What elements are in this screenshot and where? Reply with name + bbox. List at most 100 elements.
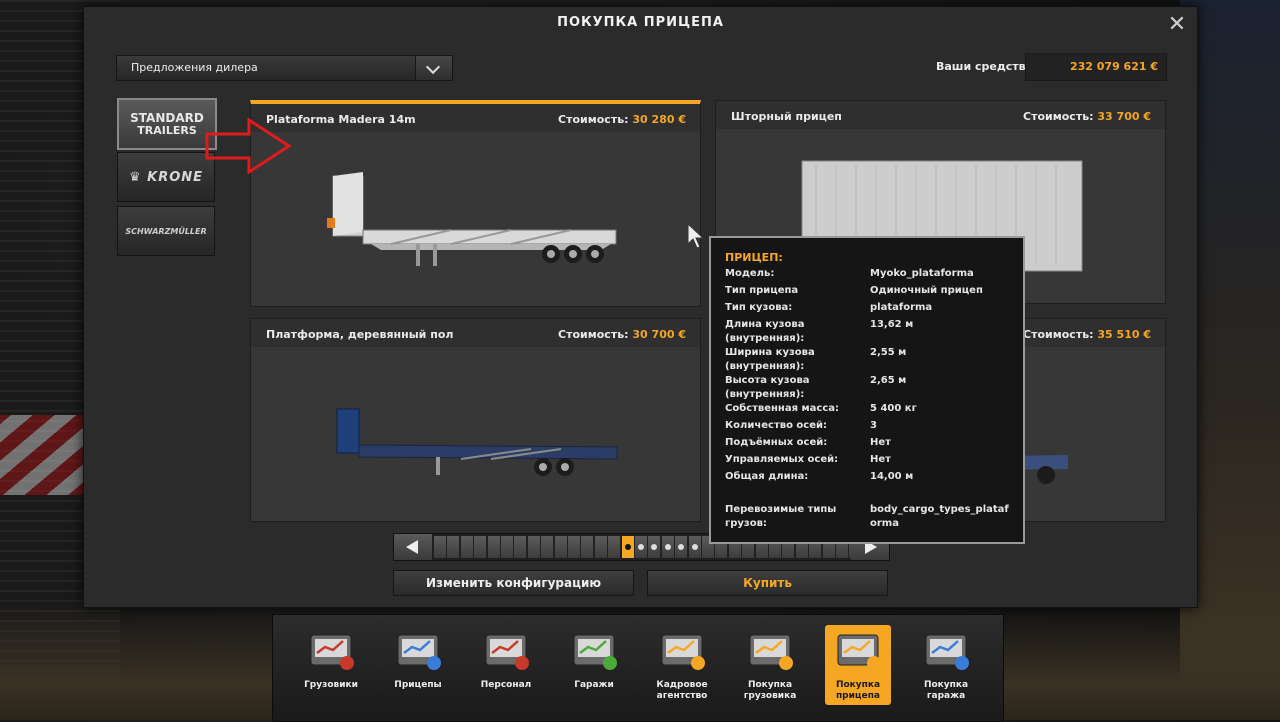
page-slot[interactable] [661, 536, 675, 558]
card-header: Plataforma Madera 14m Стоимость: 30 280 … [251, 104, 700, 132]
funds-label: Ваши средства: [936, 60, 1038, 73]
page-slot[interactable] [554, 536, 568, 558]
dock-label: Персонал [480, 680, 532, 690]
page-slot[interactable] [434, 536, 447, 558]
page-slot[interactable] [460, 536, 474, 558]
page-slot[interactable] [675, 536, 689, 558]
dock-label: Покупка прицепа [835, 680, 881, 701]
trailer-purchase-window: ПОКУПКА ПРИЦЕПА ✕ Предложения дилера Ваш… [83, 6, 1198, 608]
page-slot[interactable] [594, 536, 608, 558]
page-slot[interactable] [447, 536, 461, 558]
dock-item-buy-trailer[interactable]: Покупка прицепа [825, 625, 891, 705]
dock-label: Кадровое агентство [656, 680, 708, 701]
wooden-platform-trailer-image [336, 408, 618, 476]
brand-krone[interactable]: ♛ KRONE [117, 152, 215, 202]
funds-value: 232 079 621 € [1069, 60, 1158, 73]
trucks-icon [310, 634, 354, 670]
dock-item-staff[interactable]: Персонал [473, 625, 539, 705]
trailer-info-tooltip: ПРИЦЕП: Модель: Myoko_plataforma Тип прице… [709, 236, 1025, 544]
flatbed-trailer-image [327, 172, 617, 266]
page-slot-current[interactable] [621, 536, 635, 558]
dock-label: Покупка гаража [923, 680, 969, 701]
dock-item-recruitment[interactable]: Кадровое агентство [649, 625, 715, 705]
tooltip-key: Модель: [725, 268, 775, 279]
page-slot[interactable] [581, 536, 595, 558]
tooltip-value: Нет [870, 437, 891, 448]
dealer-offers-dropdown[interactable]: Предложения дилера [116, 55, 453, 81]
tooltip-key: Управляемых осей: [725, 454, 839, 465]
krone-crown-icon: ♛ [128, 169, 142, 185]
dock-label: Грузовики [304, 680, 358, 690]
mouse-cursor-icon [687, 222, 705, 249]
recruitment-icon [661, 634, 705, 670]
page-prev-button[interactable] [394, 534, 432, 560]
dock-label: Гаражи [574, 680, 614, 690]
tooltip-value: 2,65 м [870, 375, 907, 386]
staff-icon [485, 634, 529, 670]
tooltip-value: Одиночный прицеп [870, 285, 983, 296]
tooltip-key: Перевозимые типы грузов: [725, 504, 837, 529]
dock-item-trailers[interactable]: Прицепы [385, 625, 451, 705]
card-name: Платформа, деревянный пол [266, 328, 454, 341]
page-slot[interactable] [527, 536, 541, 558]
page-slot[interactable] [688, 536, 702, 558]
price-value: 30 700 € [632, 328, 686, 341]
trailer-card-plataforma-madera[interactable]: Plataforma Madera 14m Стоимость: 30 280 … [250, 100, 701, 307]
card-price: Стоимость: 30 280 € [558, 113, 686, 126]
arrow-left-icon [406, 540, 418, 554]
page-slot[interactable] [474, 536, 488, 558]
tooltip-value: 14,00 м [870, 471, 914, 482]
brand-standard-trailers[interactable]: STANDARD TRAILERS [117, 98, 217, 150]
brand-standard-line1: STANDARD [130, 110, 204, 125]
trailers-icon [397, 634, 441, 670]
brand-schwarzmuller-label: SCHWARZMÜLLER [125, 226, 207, 236]
dock-item-buy-garage[interactable]: Покупка гаража [913, 625, 979, 705]
price-label: Стоимость: [558, 113, 629, 126]
price-label: Стоимость: [1023, 328, 1094, 341]
background-warning-stripes [0, 415, 90, 495]
change-configuration-button[interactable]: Изменить конфигурацию [393, 570, 634, 596]
page-slot[interactable] [487, 536, 501, 558]
page-slot[interactable] [648, 536, 662, 558]
page-slot[interactable] [514, 536, 528, 558]
tooltip-value: 2,55 м [870, 347, 907, 358]
tooltip-value: body_cargo_types_plataforma [870, 504, 1009, 529]
tooltip-value: plataforma [870, 302, 933, 313]
page-slot[interactable] [608, 536, 622, 558]
tooltip-key: Общая длина: [725, 471, 809, 482]
brand-krone-logo: ♛ KRONE [129, 170, 203, 185]
price-value: 33 700 € [1097, 110, 1151, 123]
page-slot[interactable] [501, 536, 514, 558]
card-header: Платформа, деревянный пол Стоимость: 30 … [251, 319, 700, 347]
tooltip-title: ПРИЦЕП: [725, 251, 783, 264]
dock-label: Прицепы [394, 680, 442, 690]
buy-truck-icon [749, 634, 793, 670]
garages-icon [573, 634, 617, 670]
window-title: ПОКУПКА ПРИЦЕПА [557, 15, 724, 30]
price-value: 30 280 € [632, 113, 686, 126]
tooltip-key: Ширина кузова (внутренняя): [725, 347, 815, 372]
dock-label: Покупка грузовика [743, 680, 797, 701]
card-price: Стоимость: 33 700 € [1023, 110, 1151, 123]
brand-schwarzmuller[interactable]: SCHWARZMÜLLER [117, 206, 215, 256]
funds-box: 232 079 621 € [1025, 53, 1167, 81]
close-icon[interactable]: ✕ [1167, 14, 1187, 36]
trailer-card-wooden-floor-platform[interactable]: Платформа, деревянный пол Стоимость: 30 … [250, 318, 701, 522]
page-slot[interactable] [541, 536, 555, 558]
tooltip-key: Высота кузова (внутренняя): [725, 375, 810, 400]
buy-button[interactable]: Купить [647, 570, 888, 596]
dock-item-buy-truck[interactable]: Покупка грузовика [737, 625, 803, 705]
buy-trailer-icon [837, 634, 881, 670]
dock-item-trucks[interactable]: Грузовики [298, 625, 364, 705]
tooltip-key: Длина кузова (внутренняя): [725, 319, 805, 344]
tooltip-value: 13,62 м [870, 319, 914, 330]
page-slot[interactable] [635, 536, 648, 558]
price-value: 35 510 € [1097, 328, 1151, 341]
page-slot[interactable] [568, 536, 581, 558]
chevron-down-icon[interactable] [415, 56, 452, 80]
dock-item-garages[interactable]: Гаражи [561, 625, 627, 705]
brand-standard-line2: TRAILERS [137, 123, 197, 137]
tooltip-value: Нет [870, 454, 891, 465]
price-label: Стоимость: [1023, 110, 1094, 123]
buy-garage-icon [925, 634, 969, 670]
